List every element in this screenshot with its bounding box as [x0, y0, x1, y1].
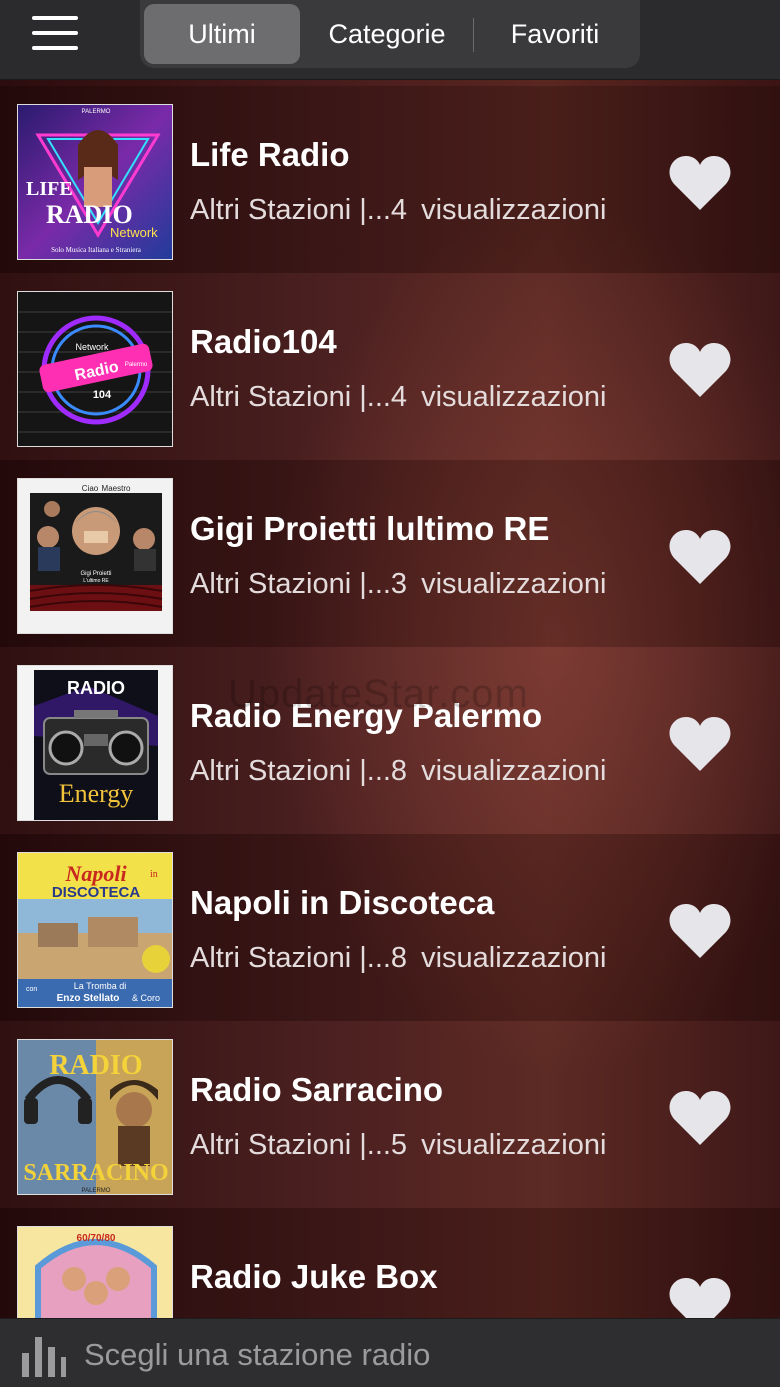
station-category: Altri Stazioni |...5 [190, 1129, 408, 1161]
station-row[interactable]: Ciao Maestro Gigi Proietti L'ultimo RE G… [0, 460, 780, 647]
thumb-text: con [26, 986, 37, 993]
thumb-text: Gigi Proietti [80, 571, 111, 577]
station-thumbnail-life-radio: PALERMO LIFE RADIO Network Solo Musica I… [17, 104, 173, 260]
station-title: Radio104 [190, 323, 337, 360]
thumb-text: DISCOTECA [52, 884, 141, 901]
station-views: visualizzazioni [421, 381, 607, 413]
station-list: PALERMO LIFE RADIO Network Solo Musica I… [0, 86, 780, 1387]
station-title: Life Radio [190, 136, 350, 173]
station-row[interactable]: Napoli in DISCOTECA con La Tromba di Enz… [0, 834, 780, 1021]
station-views: visualizzazioni [421, 1129, 607, 1161]
station-views: visualizzazioni [421, 568, 607, 600]
station-thumbnail-radio-energy: RADIO Energy [17, 665, 173, 821]
station-category: Altri Stazioni |...8 [190, 755, 408, 787]
app-root: Ultimi Categorie Favoriti PALERMO LIFE R… [0, 0, 780, 1387]
heart-icon[interactable] [668, 341, 732, 399]
station-meta: Altri Stazioni |...8 visualizzazioni [190, 942, 606, 975]
heart-icon[interactable] [668, 715, 732, 773]
thumb-text: Energy [59, 779, 134, 808]
station-row[interactable]: RADIO SARRACINO PALERMO Radio Sarracino … [0, 1021, 780, 1208]
station-category: Altri Stazioni |...3 [190, 568, 408, 600]
player-status-text: Scegli una stazione radio [84, 1337, 431, 1372]
tab-segmented-control: Ultimi Categorie Favoriti [140, 0, 640, 68]
thumb-text: SARRACINO [23, 1160, 168, 1186]
player-bar[interactable]: Scegli una stazione radio [0, 1318, 780, 1387]
station-title: Radio Juke Box [190, 1258, 438, 1295]
thumb-text: RADIO [67, 678, 125, 698]
station-row[interactable]: RADIO Energy Radio Energy Palermo Altri … [0, 647, 780, 834]
station-title: Gigi Proietti lultimo RE [190, 510, 550, 547]
station-meta: Altri Stazioni |...4 visualizzazioni [190, 381, 606, 414]
thumb-text: in [150, 869, 158, 880]
station-thumbnail-radio104: Network Radio Palermo 104 [17, 291, 173, 447]
station-category: Altri Stazioni |...8 [190, 942, 408, 974]
station-row[interactable]: Network Radio Palermo 104 Radio104 Altri… [0, 273, 780, 460]
heart-icon[interactable] [668, 528, 732, 586]
station-title: Radio Sarracino [190, 1071, 444, 1108]
tab-categorie[interactable]: Categorie [300, 4, 474, 64]
thumb-text: RADIO [49, 1050, 142, 1081]
station-title: Radio Energy Palermo [190, 697, 543, 734]
thumb-text: Solo Musica Italiana e Straniera [51, 246, 142, 254]
station-views: visualizzazioni [421, 194, 607, 226]
thumb-text: LIFE [26, 178, 73, 200]
tab-ultimi[interactable]: Ultimi [144, 4, 300, 64]
thumb-text: Enzo Stellato [57, 993, 120, 1004]
station-meta: Altri Stazioni |...3 visualizzazioni [190, 568, 606, 601]
station-meta: Altri Stazioni |...8 visualizzazioni [190, 755, 606, 788]
heart-icon[interactable] [668, 902, 732, 960]
equalizer-bars-icon [22, 1337, 66, 1377]
thumb-text: Network [110, 225, 158, 240]
station-thumbnail-gigi-proietti: Ciao Maestro Gigi Proietti L'ultimo RE [17, 478, 173, 634]
station-thumbnail-napoli-discoteca: Napoli in DISCOTECA con La Tromba di Enz… [17, 852, 173, 1008]
station-category: Altri Stazioni |...4 [190, 381, 408, 413]
station-title: Napoli in Discoteca [190, 884, 495, 921]
tab-favoriti[interactable]: Favoriti [474, 4, 636, 64]
station-thumbnail-radio-sarracino: RADIO SARRACINO PALERMO [17, 1039, 173, 1195]
station-row[interactable]: PALERMO LIFE RADIO Network Solo Musica I… [0, 86, 780, 273]
station-views: visualizzazioni [421, 942, 607, 974]
heart-icon[interactable] [668, 1089, 732, 1147]
thumb-text: Ciao [82, 484, 99, 493]
top-bar: Ultimi Categorie Favoriti [0, 0, 780, 80]
thumb-text: Palermo [125, 362, 148, 368]
thumb-text: Network [75, 342, 109, 352]
thumb-text: Napoli [64, 861, 127, 886]
station-views: visualizzazioni [421, 755, 607, 787]
thumb-text: & Coro [132, 993, 160, 1003]
station-meta: Altri Stazioni |...4 visualizzazioni [190, 194, 606, 227]
heart-icon[interactable] [668, 154, 732, 212]
thumb-text: PALERMO [82, 1188, 111, 1194]
thumb-text: 104 [93, 389, 112, 401]
thumb-text: L'ultimo RE [83, 578, 109, 584]
thumb-text: 60/70/80 [77, 1233, 116, 1244]
station-category: Altri Stazioni |...4 [190, 194, 408, 226]
station-meta: Altri Stazioni |...5 visualizzazioni [190, 1129, 606, 1162]
hamburger-menu-icon[interactable] [30, 14, 82, 54]
thumb-text: PALERMO [82, 109, 111, 115]
thumb-text: Maestro [102, 484, 131, 493]
thumb-text: La Tromba di [74, 981, 127, 991]
